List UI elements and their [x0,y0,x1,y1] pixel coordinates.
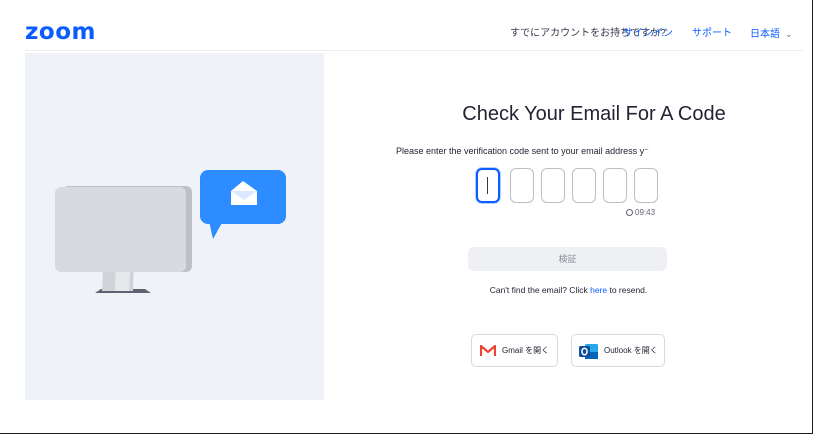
code-digit-3[interactable] [541,168,565,203]
language-label: 日本語 [750,29,780,40]
resend-suffix: to resend. [607,285,648,295]
page-title: Check Your Email For A Code [462,103,726,125]
open-gmail-button[interactable]: Gmail を開く [471,334,558,367]
text-caret [487,177,488,194]
verify-button[interactable]: 検証 [468,247,667,271]
chevron-down-icon: ⌄ [785,29,793,39]
code-digit-6[interactable] [634,168,658,203]
instruction-text: Please enter the verification code sent … [396,146,649,156]
clock-icon [626,209,633,216]
resend-prefix: Can't find the email? Click [489,285,591,295]
open-outlook-button[interactable]: Outlook を開く [571,334,665,367]
outlook-label: Outlook を開く [604,346,658,355]
code-digit-1[interactable] [476,168,500,203]
top-header [25,0,803,51]
code-digit-5[interactable] [603,168,627,203]
resend-link[interactable]: here [590,285,607,295]
monitor-illustration [55,170,286,293]
code-digit-4[interactable] [572,168,596,203]
support-link[interactable]: サポート [692,27,732,41]
code-digit-2[interactable] [510,168,534,203]
language-selector[interactable]: 日本語 ⌄ [750,27,793,42]
gmail-label: Gmail を開く [502,346,550,355]
timer-value: 09:43 [635,208,656,217]
outlook-icon [579,344,598,359]
gmail-icon [480,345,496,356]
resend-text: Can't find the email? Click here to rese… [396,284,741,296]
illustration-panel [25,53,324,400]
zoom-logo[interactable]: zoom [25,20,96,44]
countdown-timer: 09:43 [626,207,655,219]
envelope-icon [200,170,286,239]
signin-link[interactable]: サインイン [623,27,673,41]
